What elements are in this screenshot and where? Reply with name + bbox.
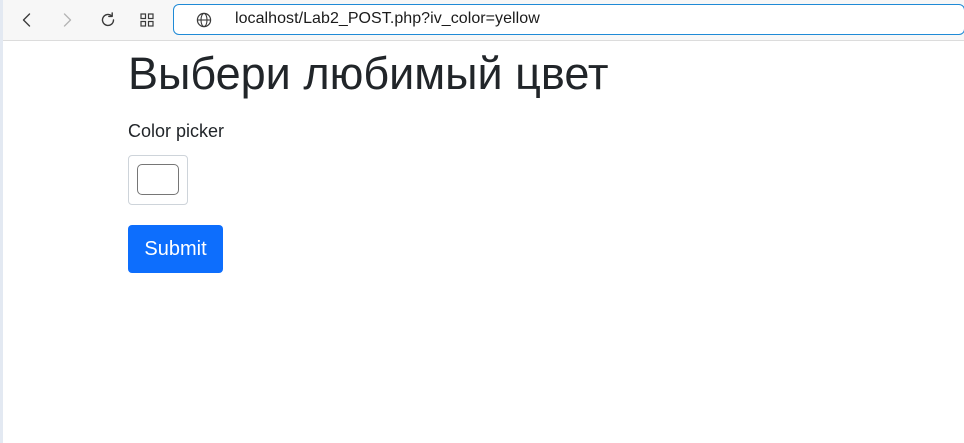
- grid-icon: [140, 13, 154, 27]
- submit-button[interactable]: Submit: [128, 225, 223, 273]
- browser-window: localhost/Lab2_POST.php?iv_color=yellow …: [0, 0, 964, 443]
- address-bar[interactable]: localhost/Lab2_POST.php?iv_color=yellow: [173, 4, 964, 35]
- window-edge: [0, 0, 3, 443]
- globe-icon: [196, 12, 212, 28]
- browser-toolbar: localhost/Lab2_POST.php?iv_color=yellow: [3, 0, 964, 41]
- url-text[interactable]: localhost/Lab2_POST.php?iv_color=yellow: [235, 10, 540, 28]
- reload-icon: [101, 12, 115, 27]
- page-title: Выбери любимый цвет: [128, 48, 609, 99]
- forward-button[interactable]: [53, 6, 81, 34]
- chevron-right-icon: [63, 13, 72, 27]
- apps-button[interactable]: [133, 6, 161, 34]
- color-picker-input[interactable]: [128, 155, 188, 205]
- chevron-left-icon: [22, 13, 31, 27]
- reload-button[interactable]: [94, 6, 122, 34]
- color-swatch: [137, 164, 179, 195]
- color-picker-label: Color picker: [128, 121, 225, 141]
- back-button[interactable]: [13, 6, 41, 34]
